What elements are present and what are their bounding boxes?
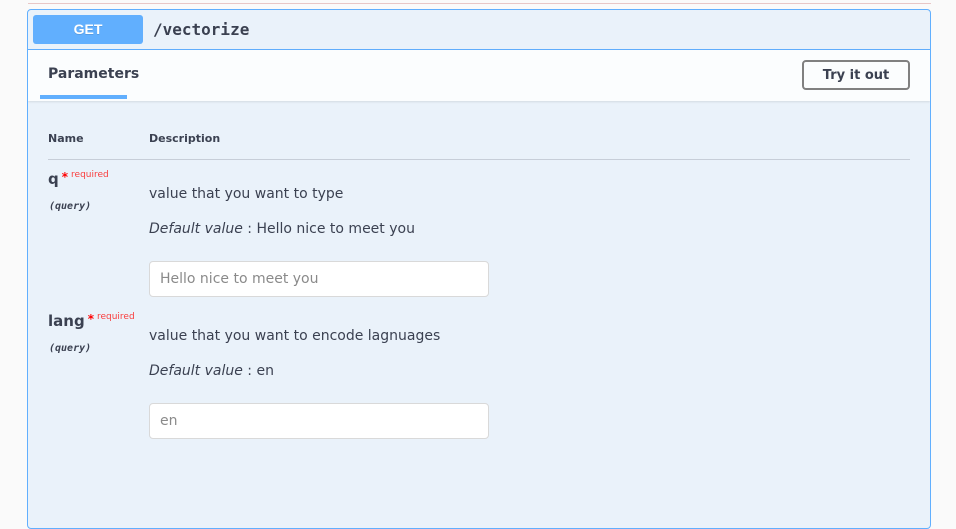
- operation-path: /vectorize: [153, 20, 250, 39]
- param-name-text: q: [48, 170, 59, 188]
- header-divider: [48, 159, 910, 160]
- top-divider: [28, 3, 931, 4]
- method-badge: GET: [33, 15, 143, 44]
- param-description-lang: value that you want to encode lagnuages: [149, 328, 441, 344]
- param-input-q[interactable]: [149, 261, 489, 297]
- default-value-separator: :: [242, 221, 257, 237]
- try-it-out-button[interactable]: Try it out: [802, 60, 910, 90]
- operation-block-get: GET /vectorize Parameters Try it out Nam…: [27, 9, 931, 529]
- required-label: required: [96, 312, 135, 322]
- default-value-label: Default value: [149, 363, 243, 379]
- column-header-name: Name: [48, 132, 84, 145]
- param-location-q: (query): [49, 201, 92, 212]
- param-name-lang: lang * required: [48, 312, 135, 330]
- default-value-label: Default value: [149, 221, 243, 237]
- column-header-description: Description: [149, 132, 221, 145]
- param-name-q: q * required: [48, 170, 109, 188]
- param-default-q: Default value : Hello nice to meet you: [149, 221, 415, 237]
- parameters-header: Parameters Try it out: [28, 50, 930, 101]
- param-name-text: lang: [48, 312, 85, 330]
- param-description-q: value that you want to type: [149, 186, 344, 202]
- param-default-lang: Default value : en: [149, 363, 274, 379]
- param-input-lang[interactable]: [149, 403, 489, 439]
- required-star: *: [87, 312, 94, 326]
- tab-active-indicator: [40, 95, 127, 99]
- default-value-separator: :: [242, 363, 257, 379]
- tab-parameters[interactable]: Parameters: [48, 66, 139, 82]
- param-location-lang: (query): [49, 343, 92, 354]
- required-label: required: [71, 170, 109, 180]
- operation-summary[interactable]: GET /vectorize: [28, 10, 930, 50]
- required-star: *: [61, 170, 69, 184]
- default-value: Hello nice to meet you: [256, 221, 415, 237]
- default-value: en: [256, 363, 274, 379]
